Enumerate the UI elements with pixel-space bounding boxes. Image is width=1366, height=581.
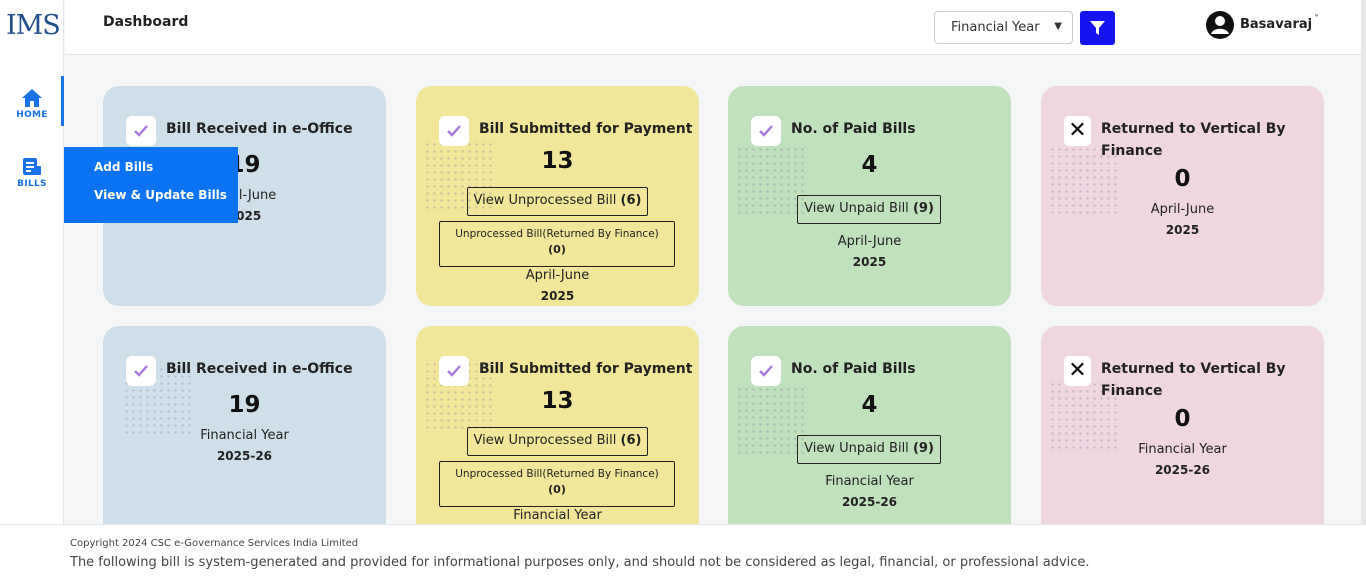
card-value: 13 <box>541 388 574 414</box>
card-title: Returned to Vertical By Finance <box>1101 358 1286 402</box>
filter-icon <box>1090 21 1105 35</box>
card-title-line: Returned to Vertical By <box>1101 361 1286 377</box>
sidebar: IMS HOME BILLS <box>0 0 64 524</box>
period-select[interactable]: Financial Year ▼ <box>934 11 1073 44</box>
card-title: Bill Received in e-Office <box>166 361 353 377</box>
button-label: View Unprocessed Bill <box>473 193 617 208</box>
close-icon: ✕ <box>1064 356 1091 386</box>
card-title: Bill Received in e-Office <box>166 121 353 137</box>
view-unprocessed-bill-button[interactable]: View Unprocessed Bill (6) <box>467 427 648 456</box>
card-paid-bills: No. of Paid Bills 4 View Unpaid Bill (9)… <box>728 86 1011 306</box>
card-bill-submitted: Bill Submitted for Payment 13 View Unpro… <box>416 326 699 546</box>
home-icon <box>22 89 42 107</box>
filter-button[interactable] <box>1080 11 1115 45</box>
copyright-text: Copyright 2024 CSC e-Governance Services… <box>70 538 359 549</box>
check-icon <box>751 116 781 146</box>
card-returned-to-vertical: ✕ Returned to Vertical By Finance 0 Fina… <box>1041 326 1324 546</box>
period-select-value: Financial Year <box>951 20 1040 35</box>
view-unpaid-bill-button[interactable]: View Unpaid Bill (9) <box>797 195 941 224</box>
scrollbar[interactable] <box>1361 0 1366 524</box>
card-year: 2025 <box>540 289 575 303</box>
card-value: 4 <box>861 392 878 418</box>
card-value: 4 <box>861 152 878 178</box>
card-title-line: Finance <box>1101 383 1163 399</box>
button-count: (6) <box>620 193 642 208</box>
card-returned-to-vertical: ✕ Returned to Vertical By Finance 0 Apri… <box>1041 86 1324 306</box>
card-year: 2025 <box>852 255 887 269</box>
check-icon <box>751 356 781 386</box>
card-value: 0 <box>1174 166 1191 192</box>
card-period: Financial Year <box>200 428 289 443</box>
card-title-line: Finance <box>1101 143 1163 159</box>
sidebar-item-label: HOME <box>16 110 48 120</box>
card-title-line: Returned to Vertical By <box>1101 121 1286 137</box>
button-count: (6) <box>620 433 642 448</box>
menu-item-add-bills[interactable]: Add Bills <box>64 153 238 181</box>
user-avatar-icon <box>1206 11 1234 39</box>
user-name: Basavaraj <box>1240 17 1313 32</box>
top-header: Dashboard Financial Year ▼ Basavaraj ˅ <box>65 0 1361 55</box>
card-bill-submitted: Bill Submitted for Payment 13 View Unpro… <box>416 86 699 306</box>
chevron-down-icon: ▼ <box>1054 21 1062 32</box>
card-bill-received: Bill Received in e-Office 19 Financial Y… <box>103 326 386 546</box>
button-label: Unprocessed Bill(Returned By Finance) <box>455 468 659 480</box>
check-icon <box>439 356 469 386</box>
button-count: (9) <box>912 201 934 216</box>
unprocessed-returned-button[interactable]: Unprocessed Bill(Returned By Finance) (0… <box>439 221 675 267</box>
card-value: 19 <box>228 392 261 418</box>
card-period: April-June <box>837 234 902 249</box>
card-period: Financial Year <box>1138 442 1227 457</box>
check-icon <box>126 356 156 386</box>
close-icon: ✕ <box>1064 116 1091 146</box>
ims-logo[interactable]: IMS <box>6 10 61 41</box>
card-period: Financial Year <box>825 474 914 489</box>
card-period: April-June <box>1150 202 1215 217</box>
page-title: Dashboard <box>103 14 189 30</box>
card-title: Bill Submitted for Payment <box>479 121 693 137</box>
check-icon <box>126 116 156 146</box>
card-period: April-June <box>525 268 590 283</box>
button-count: (9) <box>912 441 934 456</box>
button-label: View Unpaid Bill <box>804 441 909 456</box>
card-year: 2025 <box>1165 223 1200 237</box>
chevron-down-icon: ˅ <box>1314 14 1319 25</box>
menu-item-view-update-bills[interactable]: View & Update Bills <box>64 181 238 209</box>
button-count: (0) <box>548 243 566 256</box>
card-title: Returned to Vertical By Finance <box>1101 118 1286 162</box>
button-label: View Unpaid Bill <box>804 201 909 216</box>
sidebar-item-bills[interactable]: BILLS <box>0 157 64 189</box>
card-value: 13 <box>541 148 574 174</box>
disclaimer-text: The following bill is system-generated a… <box>70 555 1090 570</box>
card-title: No. of Paid Bills <box>791 121 916 137</box>
view-unprocessed-bill-button[interactable]: View Unprocessed Bill (6) <box>467 187 648 216</box>
card-paid-bills: No. of Paid Bills 4 View Unpaid Bill (9)… <box>728 326 1011 546</box>
view-unpaid-bill-button[interactable]: View Unpaid Bill (9) <box>797 435 941 464</box>
card-title: Bill Submitted for Payment <box>479 361 693 377</box>
footer: Copyright 2024 CSC e-Governance Services… <box>0 524 1366 581</box>
card-title: No. of Paid Bills <box>791 361 916 377</box>
sidebar-item-home[interactable]: HOME <box>0 88 64 120</box>
card-value: 0 <box>1174 406 1191 432</box>
button-label: Unprocessed Bill(Returned By Finance) <box>455 228 659 240</box>
button-label: View Unprocessed Bill <box>473 433 617 448</box>
unprocessed-returned-button[interactable]: Unprocessed Bill(Returned By Finance) (0… <box>439 461 675 507</box>
sidebar-item-label: BILLS <box>17 179 47 189</box>
card-year: 2025-26 <box>841 495 898 509</box>
button-count: (0) <box>548 483 566 496</box>
bills-flyout-menu: Add Bills View & Update Bills <box>64 147 238 223</box>
bills-icon <box>23 158 41 175</box>
card-year: 2025-26 <box>1154 463 1211 477</box>
card-period: Financial Year <box>513 508 602 523</box>
check-icon <box>439 116 469 146</box>
card-year: 2025-26 <box>216 449 273 463</box>
